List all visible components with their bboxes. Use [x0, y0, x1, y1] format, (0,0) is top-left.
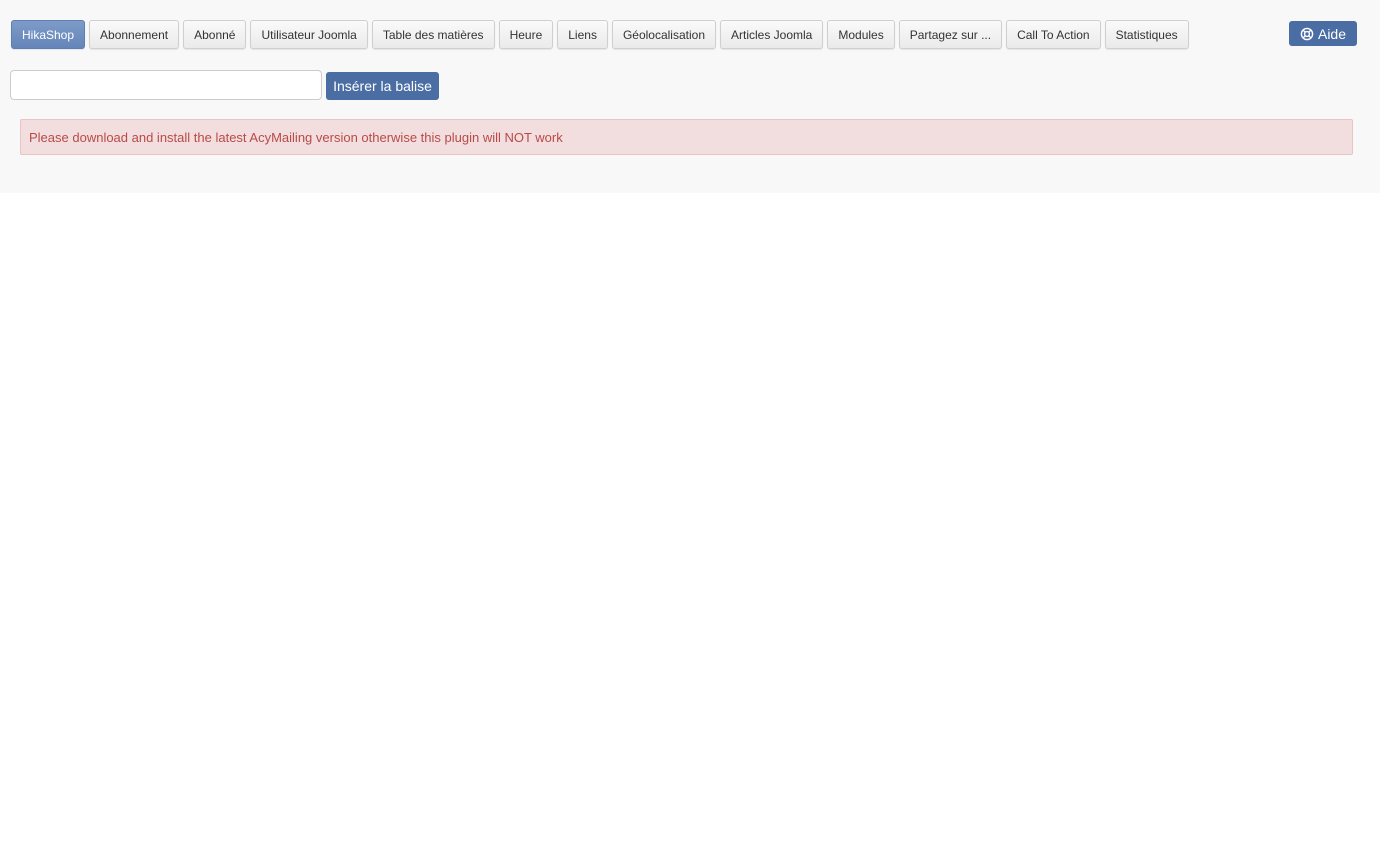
tab-articles-joomla[interactable]: Articles Joomla — [720, 20, 824, 49]
tab-modules[interactable]: Modules — [827, 20, 895, 49]
tab-hikashop[interactable]: HikaShop — [11, 20, 86, 49]
tab-heure[interactable]: Heure — [498, 20, 554, 49]
tag-category-tabs: HikaShop Abonnement Abonné Utilisateur J… — [11, 20, 1189, 49]
tab-statistiques[interactable]: Statistiques — [1104, 20, 1189, 49]
tag-input[interactable] — [10, 70, 322, 100]
tab-utilisateur-joomla[interactable]: Utilisateur Joomla — [250, 20, 368, 49]
tab-liens[interactable]: Liens — [557, 20, 608, 49]
tab-call-to-action[interactable]: Call To Action — [1006, 20, 1101, 49]
help-button[interactable]: Aide — [1289, 21, 1357, 46]
tab-partagez-sur[interactable]: Partagez sur ... — [898, 20, 1003, 49]
tab-geolocalisation[interactable]: Géolocalisation — [611, 20, 716, 49]
help-button-label: Aide — [1317, 25, 1347, 42]
tab-abonnement[interactable]: Abonnement — [89, 20, 180, 49]
plugin-panel: HikaShop Abonnement Abonné Utilisateur J… — [0, 0, 1380, 193]
alert-message: Please download and install the latest A… — [20, 119, 1353, 155]
lifebuoy-icon — [1300, 27, 1314, 41]
tab-table-des-matieres[interactable]: Table des matières — [371, 20, 495, 49]
insert-tag-button[interactable]: Insérer la balise — [326, 72, 439, 100]
tab-abonne[interactable]: Abonné — [183, 20, 247, 49]
alert-text: Please download and install the latest A… — [29, 129, 563, 145]
